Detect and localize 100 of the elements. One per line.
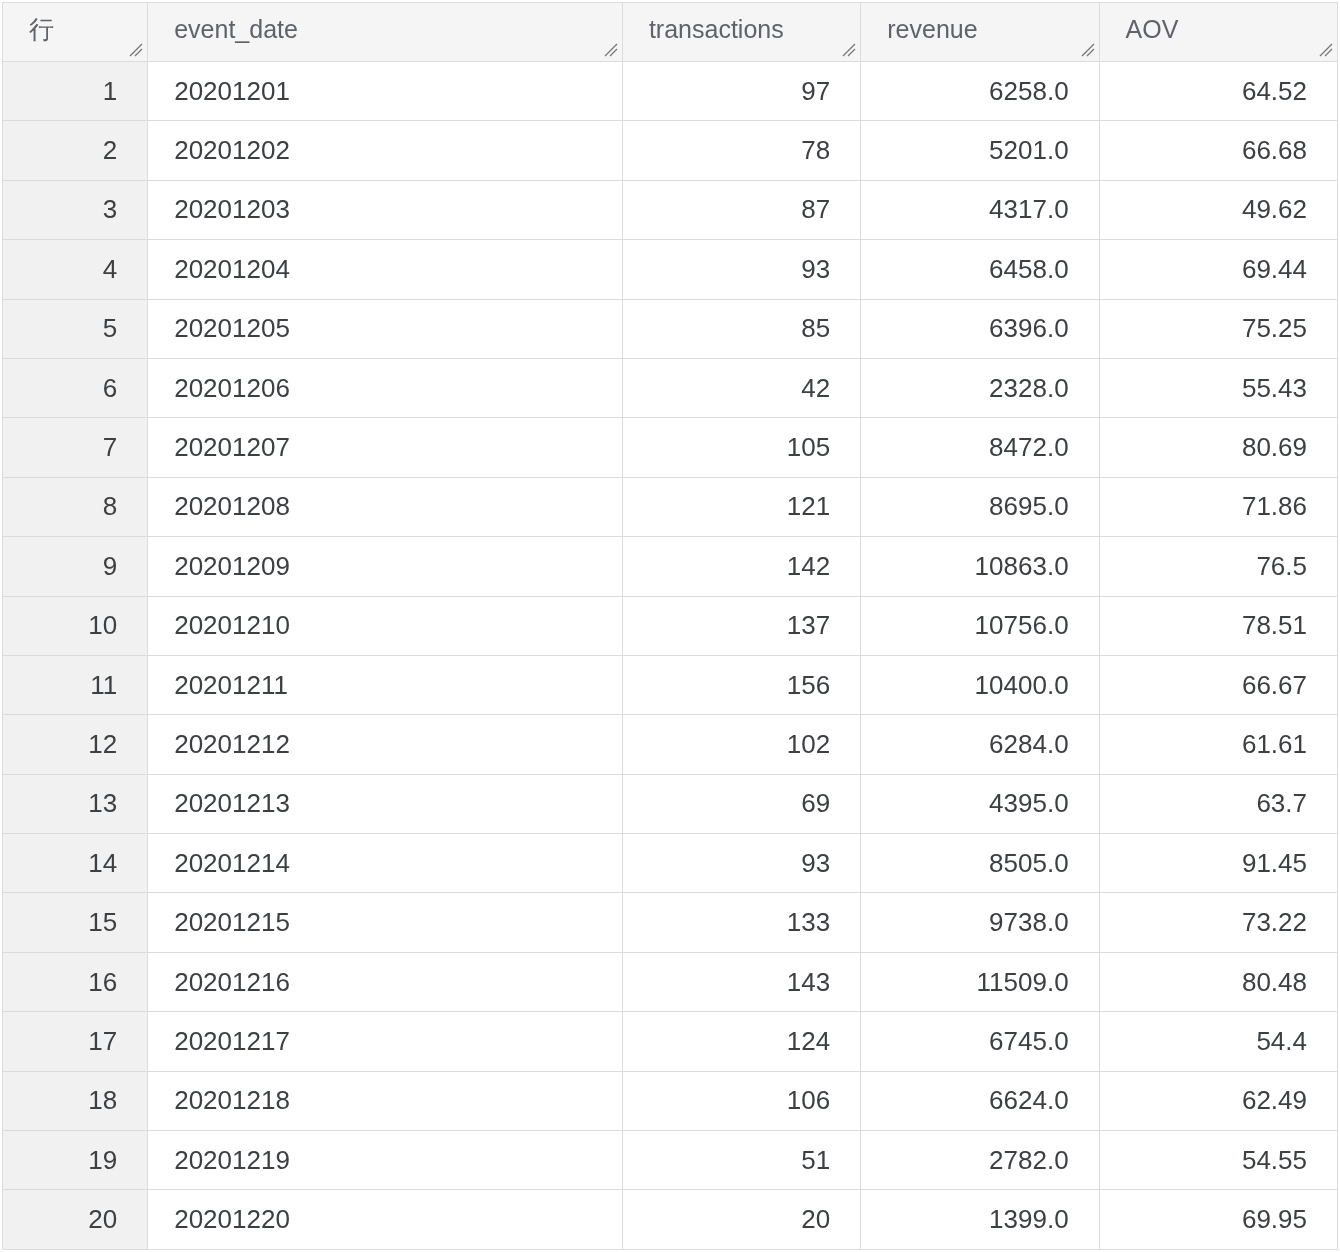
table-cell: 80.69: [1099, 417, 1338, 478]
row-number: 18: [2, 1071, 148, 1131]
column-header-label: AOV: [1125, 15, 1179, 44]
table-cell: 8505.0: [860, 833, 1100, 893]
table-cell: 2782.0: [860, 1130, 1100, 1190]
resize-handle-icon[interactable]: [842, 43, 857, 57]
table-cell: 42: [622, 358, 861, 418]
table-cell: 69: [622, 774, 861, 834]
table-cell: 142: [622, 536, 861, 596]
table-cell: 20201218: [147, 1071, 623, 1131]
row-number: 19: [2, 1130, 148, 1190]
table-cell: 55.43: [1099, 358, 1338, 418]
resize-handle-icon[interactable]: [129, 43, 144, 57]
row-number: 8: [2, 477, 148, 537]
table-cell: 20201217: [147, 1011, 623, 1072]
table-cell: 93: [622, 833, 861, 893]
column-header-label: revenue: [887, 15, 978, 44]
table-cell: 54.55: [1099, 1130, 1338, 1190]
table-cell: 10756.0: [860, 596, 1100, 656]
table-cell: 20201204: [147, 239, 623, 300]
table-cell: 6624.0: [860, 1071, 1100, 1131]
row-number: 12: [2, 714, 148, 775]
table-cell: 87: [622, 180, 861, 240]
row-number: 17: [2, 1011, 148, 1072]
table-cell: 10400.0: [860, 655, 1100, 715]
table-cell: 64.52: [1099, 61, 1338, 121]
table-cell: 20201206: [147, 358, 623, 418]
row-number: 15: [2, 892, 148, 953]
table-cell: 4317.0: [860, 180, 1100, 240]
table-cell: 137: [622, 596, 861, 656]
table-cell: 6396.0: [860, 299, 1100, 359]
table-cell: 121: [622, 477, 861, 537]
table-cell: 8695.0: [860, 477, 1100, 537]
column-header-label: 行: [29, 15, 54, 44]
row-number: 3: [2, 180, 148, 240]
table-cell: 71.86: [1099, 477, 1338, 537]
table-cell: 62.49: [1099, 1071, 1338, 1131]
table-cell: 20201201: [147, 61, 623, 121]
table-cell: 9738.0: [860, 892, 1100, 953]
table-cell: 20201208: [147, 477, 623, 537]
table-cell: 143: [622, 952, 861, 1012]
row-number: 20: [2, 1189, 148, 1250]
resize-handle-icon[interactable]: [1080, 43, 1095, 57]
table-cell: 78.51: [1099, 596, 1338, 656]
table-cell: 85: [622, 299, 861, 359]
table-cell: 75.25: [1099, 299, 1338, 359]
row-number: 4: [2, 239, 148, 300]
table-cell: 20201212: [147, 714, 623, 775]
table-cell: 6258.0: [860, 61, 1100, 121]
table-cell: 124: [622, 1011, 861, 1072]
table-cell: 2328.0: [860, 358, 1100, 418]
row-number: 13: [2, 774, 148, 834]
table-cell: 20201205: [147, 299, 623, 359]
table-cell: 73.22: [1099, 892, 1338, 953]
table-cell: 20: [622, 1189, 861, 1250]
table-cell: 61.61: [1099, 714, 1338, 775]
table-cell: 20201209: [147, 536, 623, 596]
table-cell: 66.67: [1099, 655, 1338, 715]
table-cell: 20201219: [147, 1130, 623, 1190]
column-header-label: transactions: [648, 15, 784, 44]
table-cell: 69.95: [1099, 1189, 1338, 1250]
table-cell: 10863.0: [860, 536, 1100, 596]
table-cell: 69.44: [1099, 239, 1338, 300]
table-cell: 8472.0: [860, 417, 1100, 478]
row-number: 7: [2, 417, 148, 478]
table-cell: 91.45: [1099, 833, 1338, 893]
table-cell: 156: [622, 655, 861, 715]
row-number: 16: [2, 952, 148, 1012]
table-cell: 63.7: [1099, 774, 1338, 834]
table-cell: 102: [622, 714, 861, 775]
table-cell: 20201203: [147, 180, 623, 240]
row-number: 10: [2, 596, 148, 656]
row-number: 5: [2, 299, 148, 359]
table-cell: 20201213: [147, 774, 623, 834]
table-cell: 66.68: [1099, 120, 1338, 181]
table-cell: 80.48: [1099, 952, 1338, 1012]
table-cell: 4395.0: [860, 774, 1100, 834]
table-cell: 20201210: [147, 596, 623, 656]
table-cell: 6284.0: [860, 714, 1100, 775]
column-header-label: event_date: [174, 15, 298, 44]
table-cell: 93: [622, 239, 861, 300]
row-number: 11: [2, 655, 148, 715]
row-number: 6: [2, 358, 148, 418]
row-number: 2: [2, 120, 148, 181]
resize-handle-icon[interactable]: [603, 43, 618, 57]
table-cell: 20201220: [147, 1189, 623, 1250]
table-cell: 20201207: [147, 417, 623, 478]
table-cell: 78: [622, 120, 861, 181]
table-cell: 6745.0: [860, 1011, 1100, 1072]
table-cell: 20201211: [147, 655, 623, 715]
table-cell: 20201216: [147, 952, 623, 1012]
table-cell: 54.4: [1099, 1011, 1338, 1072]
row-number: 14: [2, 833, 148, 893]
table-cell: 20201214: [147, 833, 623, 893]
table-cell: 11509.0: [860, 952, 1100, 1012]
resize-handle-icon[interactable]: [1319, 43, 1333, 57]
table-cell: 6458.0: [860, 239, 1100, 300]
table-cell: 97: [622, 61, 861, 121]
table-cell: 51: [622, 1130, 861, 1190]
table-cell: 20201202: [147, 120, 623, 181]
